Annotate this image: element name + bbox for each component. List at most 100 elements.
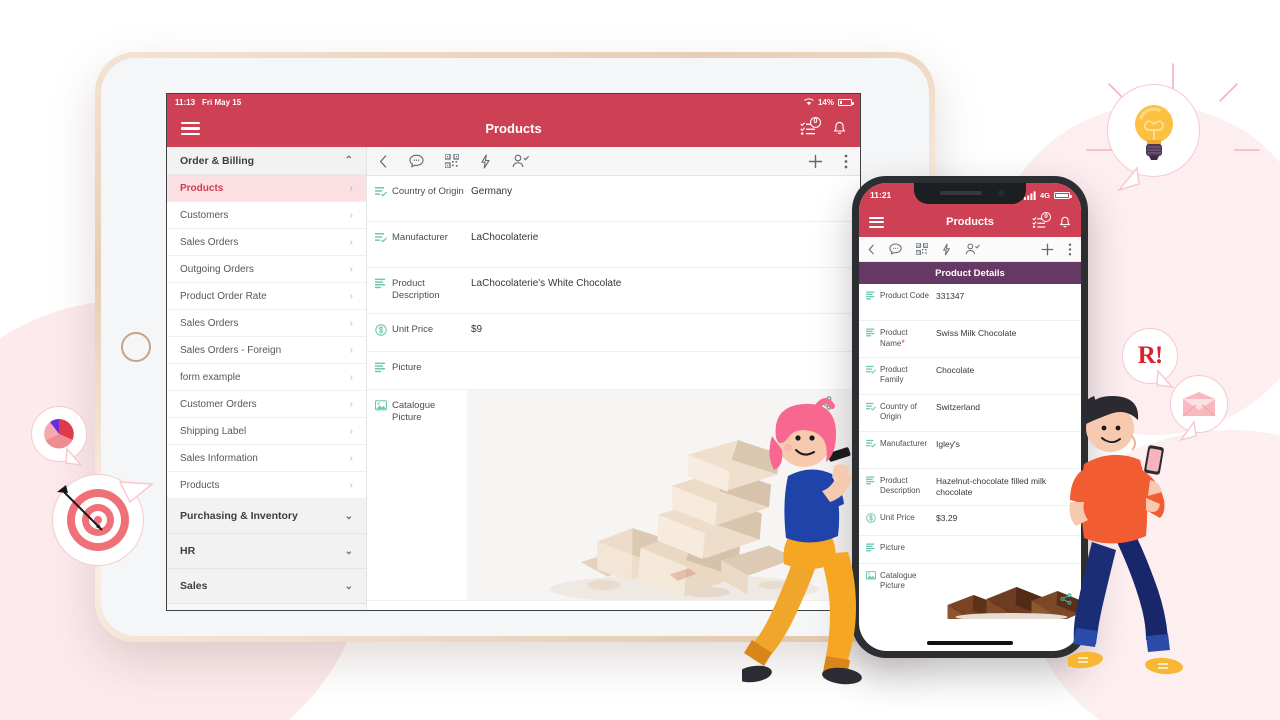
field-row-unit-price[interactable]: Unit Price $9 <box>367 314 860 352</box>
sidebar-section-hr[interactable]: HR ⌄ <box>167 534 366 569</box>
chevron-right-icon: › <box>349 479 353 491</box>
catalogue-picture-image[interactable] <box>932 571 1081 620</box>
text-lines-icon <box>375 278 387 289</box>
field-label: Product Description <box>375 277 467 302</box>
home-indicator <box>927 641 1013 645</box>
network-type: 4G <box>1039 190 1050 200</box>
field-label-text: Picture <box>880 543 905 553</box>
field-label: Product Name* <box>866 328 932 349</box>
sidebar-item-shipping-label[interactable]: Shipping Label › <box>167 418 366 445</box>
field-row-country-of-origin[interactable]: Country of Origin Germany <box>367 176 860 222</box>
field-label-text: Picture <box>392 362 422 373</box>
phone-screen: 11:21 4G Products 0 Product Details Prod… <box>859 183 1081 651</box>
sidebar-section-label: HR <box>180 545 196 557</box>
field-row-catalogue-picture[interactable]: Catalogue Picture <box>859 564 1081 620</box>
sidebar-section-order-billing[interactable]: Order & Billing ⌃ <box>167 147 366 175</box>
qr-code-icon[interactable] <box>916 243 928 255</box>
status-time: 11:21 <box>870 190 892 200</box>
chevron-down-icon: ⌄ <box>344 510 353 522</box>
sidebar-item-customer-orders[interactable]: Customer Orders › <box>167 391 366 418</box>
field-row-product-description[interactable]: Product Description LaChocolaterie's Whi… <box>367 268 860 314</box>
sidebar-item-label: Product Order Rate <box>180 290 267 302</box>
person-check-icon[interactable] <box>965 243 980 255</box>
task-list-icon[interactable]: 0 <box>800 117 821 136</box>
field-row-picture[interactable]: Picture <box>367 352 860 390</box>
task-list-icon[interactable]: 0 <box>1032 211 1051 229</box>
plus-icon[interactable] <box>1041 243 1054 256</box>
field-row-product-code[interactable]: Product Code 331347 <box>859 284 1081 321</box>
back-chevron-icon[interactable] <box>379 154 388 168</box>
hamburger-menu-icon[interactable] <box>181 121 200 136</box>
lightbulb-icon <box>1134 104 1173 160</box>
notification-bell-icon[interactable] <box>833 121 846 136</box>
qr-code-icon[interactable] <box>445 154 459 168</box>
person-check-icon[interactable] <box>512 154 529 168</box>
sidebar-item-products[interactable]: Products › <box>167 175 366 202</box>
more-vertical-icon[interactable] <box>1068 243 1072 256</box>
field-row-manufacturer[interactable]: Manufacturer Igley's <box>859 432 1081 469</box>
field-value <box>467 361 471 362</box>
sidebar[interactable]: Order & Billing ⌃ Products › Customers ›… <box>167 147 367 610</box>
battery-icon <box>1054 191 1072 199</box>
lightning-bolt-icon[interactable] <box>480 153 491 169</box>
field-label-text: Product Description <box>392 278 440 301</box>
chevron-right-icon: › <box>349 209 353 221</box>
sidebar-item-form-example[interactable]: form example › <box>167 364 366 391</box>
field-value: Hazelnut-chocolate filled milk chocolate <box>936 476 1047 498</box>
field-label-text: Manufacturer <box>392 232 448 243</box>
back-chevron-icon[interactable] <box>868 244 875 255</box>
page-title: Products <box>485 121 542 136</box>
lightning-bolt-icon[interactable] <box>942 243 951 256</box>
sidebar-item-products-2[interactable]: Products › <box>167 472 366 499</box>
lightbulb-bubble-tail <box>1117 166 1140 192</box>
sidebar-item-product-order-rate[interactable]: Product Order Rate › <box>167 283 366 310</box>
sidebar-item-label: Sales Information <box>180 452 258 464</box>
sidebar-item-sales-orders[interactable]: Sales Orders › <box>167 229 366 256</box>
field-row-manufacturer[interactable]: Manufacturer LaChocolaterie <box>367 222 860 268</box>
sidebar-item-customers[interactable]: Customers › <box>167 202 366 229</box>
man-with-phone-illustration <box>1068 396 1183 675</box>
lightbulb-bubble <box>1107 84 1200 177</box>
plus-icon[interactable] <box>808 154 823 169</box>
field-label: Product Code <box>866 291 932 301</box>
field-value: Igley's <box>936 439 960 449</box>
image-icon <box>375 400 387 411</box>
sidebar-item-sales-orders-foreign[interactable]: Sales Orders - Foreign › <box>167 337 366 364</box>
sidebar-item-sales-orders-2[interactable]: Sales Orders › <box>167 310 366 337</box>
field-label: Unit Price <box>375 323 467 336</box>
chat-bubble-icon[interactable] <box>409 154 424 168</box>
chat-bubble-icon[interactable] <box>889 243 902 255</box>
sidebar-section-purchasing-inventory[interactable]: Purchasing & Inventory ⌄ <box>167 499 366 534</box>
target-arrow-shaft-icon <box>57 485 103 531</box>
field-value: $9 <box>471 324 483 335</box>
wifi-icon <box>804 98 814 106</box>
tablet-home-button[interactable] <box>121 332 151 362</box>
field-row-product-family[interactable]: Product Family Chocolate <box>859 358 1081 395</box>
field-row-picture[interactable]: Picture <box>859 536 1081 565</box>
field-label-text: Product Family <box>880 365 908 384</box>
notification-bell-icon[interactable] <box>1059 216 1071 229</box>
sidebar-item-outgoing-orders[interactable]: Outgoing Orders › <box>167 256 366 283</box>
status-date: Fri May 15 <box>202 97 242 107</box>
chevron-right-icon: › <box>349 290 353 302</box>
chevron-right-icon: › <box>349 263 353 275</box>
speaker-grill <box>940 191 982 195</box>
record-toolbar <box>367 147 860 176</box>
field-label: Country of Origin <box>375 185 467 198</box>
field-row-product-description[interactable]: Product Description Hazelnut-chocolate f… <box>859 469 1081 507</box>
field-row-country-of-origin[interactable]: Country of Origin Switzerland <box>859 395 1081 432</box>
chevron-right-icon: › <box>349 398 353 410</box>
list-check-icon <box>375 186 387 197</box>
more-vertical-icon[interactable] <box>844 154 848 169</box>
field-value: Chocolate <box>936 365 975 375</box>
sidebar-item-label: form example <box>180 371 241 383</box>
hamburger-menu-icon[interactable] <box>869 216 884 228</box>
list-check-icon <box>375 232 387 243</box>
sidebar-section-sales[interactable]: Sales ⌄ <box>167 569 366 604</box>
battery-percent: 14% <box>817 97 834 107</box>
sidebar-item-sales-information[interactable]: Sales Information › <box>167 445 366 472</box>
field-label-text: Product Code <box>880 291 929 300</box>
field-row-unit-price[interactable]: Unit Price $3.29 <box>859 506 1081 537</box>
field-row-product-name[interactable]: Product Name* Swiss Milk Chocolate <box>859 321 1081 358</box>
chevron-down-icon: ⌄ <box>344 580 353 592</box>
